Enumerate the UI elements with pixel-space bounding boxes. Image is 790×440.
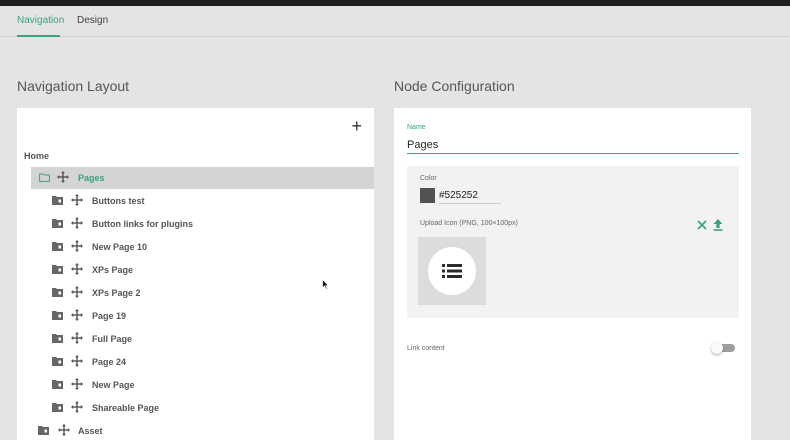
- drag-handle-icon[interactable]: [71, 263, 83, 275]
- drag-handle-icon[interactable]: [71, 332, 83, 344]
- folder-page-icon: [52, 403, 63, 412]
- tree-row-full-page[interactable]: Full Page: [17, 328, 374, 350]
- drag-handle-icon[interactable]: [71, 194, 83, 206]
- tree-row-new-page[interactable]: New Page: [17, 374, 374, 396]
- tree-row-xps-page-2[interactable]: XPs Page 2: [17, 282, 374, 304]
- tree-row-label: Buttons test: [92, 196, 145, 206]
- tree-row-label: XPs Page: [92, 265, 134, 275]
- tree-row-label: Asset: [78, 426, 103, 436]
- drag-handle-icon[interactable]: [71, 355, 83, 367]
- folder-page-icon: [52, 311, 63, 320]
- add-node-button[interactable]: +: [351, 116, 362, 136]
- link-content-toggle[interactable]: [711, 342, 735, 354]
- tree-row-new-page-10[interactable]: New Page 10: [17, 236, 374, 258]
- tree-row-xps-page[interactable]: XPs Page: [17, 259, 374, 281]
- tab-navigation[interactable]: Navigation: [17, 15, 64, 26]
- upload-icon-label: Upload Icon (PNG, 100×100px): [420, 220, 518, 227]
- icon-preview-circle: [428, 247, 476, 295]
- tree-row-button-links-for-plugins[interactable]: Button links for plugins: [17, 213, 374, 235]
- drag-handle-icon[interactable]: [57, 171, 69, 183]
- folder-page-icon: [52, 380, 63, 389]
- list-icon: [442, 264, 462, 278]
- link-content-label: Link content: [407, 345, 445, 352]
- mouse-cursor-icon: [322, 279, 329, 290]
- navigation-tree-panel: + Home Pages Buttons test Button links f…: [17, 108, 374, 440]
- name-field-label: Name: [407, 124, 426, 131]
- folder-page-icon: [52, 265, 63, 274]
- drag-handle-icon[interactable]: [71, 240, 83, 252]
- folder-outline-icon: [39, 173, 50, 182]
- close-icon[interactable]: [697, 220, 707, 230]
- tree-row-label: Button links for plugins: [92, 219, 193, 229]
- icon-preview: [418, 237, 486, 305]
- tree-row-label: Shareable Page: [92, 403, 160, 413]
- node-configuration-title: Node Configuration: [394, 78, 515, 94]
- drag-handle-icon[interactable]: [58, 424, 70, 436]
- tab-design[interactable]: Design: [77, 15, 108, 26]
- appearance-box: Color #525252 Upload Icon (PNG, 100×100p…: [407, 166, 739, 318]
- tree-row-page-19[interactable]: Page 19: [17, 305, 374, 327]
- tree-row-buttons-test[interactable]: Buttons test: [17, 190, 374, 212]
- tree-row-asset[interactable]: Asset: [17, 420, 374, 440]
- tree-row-label: Page 24: [92, 357, 127, 367]
- drag-handle-icon[interactable]: [71, 217, 83, 229]
- name-input[interactable]: [407, 136, 739, 154]
- tree-row-label: New Page 10: [92, 242, 148, 252]
- drag-handle-icon[interactable]: [71, 286, 83, 298]
- color-swatch[interactable]: [420, 188, 435, 203]
- tree-row-shareable-page[interactable]: Shareable Page: [17, 397, 374, 419]
- upload-icon[interactable]: [713, 219, 723, 231]
- node-configuration-panel: Name Color #525252 Upload Icon (PNG, 100…: [394, 108, 751, 440]
- color-label: Color: [420, 175, 437, 182]
- folder-page-icon: [52, 288, 63, 297]
- folder-page-icon: [52, 357, 63, 366]
- folder-page-icon: [52, 219, 63, 228]
- tree-row-label: Pages: [78, 173, 105, 183]
- toggle-knob: [711, 342, 723, 354]
- tab-bar: Navigation Design: [0, 6, 790, 37]
- color-hex-input[interactable]: #525252: [439, 188, 501, 204]
- drag-handle-icon[interactable]: [71, 378, 83, 390]
- tree-row-label: Full Page: [92, 334, 133, 344]
- tree-row-label: New Page: [92, 380, 135, 390]
- drag-handle-icon[interactable]: [71, 309, 83, 321]
- tree-row-label: XPs Page 2: [92, 288, 141, 298]
- active-tab-indicator: [17, 35, 60, 37]
- drag-handle-icon[interactable]: [71, 401, 83, 413]
- tree-root-home[interactable]: Home: [24, 151, 49, 161]
- folder-page-icon: [38, 426, 49, 435]
- folder-page-icon: [52, 196, 63, 205]
- folder-page-icon: [52, 242, 63, 251]
- navigation-layout-title: Navigation Layout: [17, 78, 130, 94]
- folder-page-icon: [52, 334, 63, 343]
- tree-row-pages[interactable]: Pages: [31, 167, 374, 189]
- tree-row-label: Page 19: [92, 311, 127, 321]
- tree-row-page-24[interactable]: Page 24: [17, 351, 374, 373]
